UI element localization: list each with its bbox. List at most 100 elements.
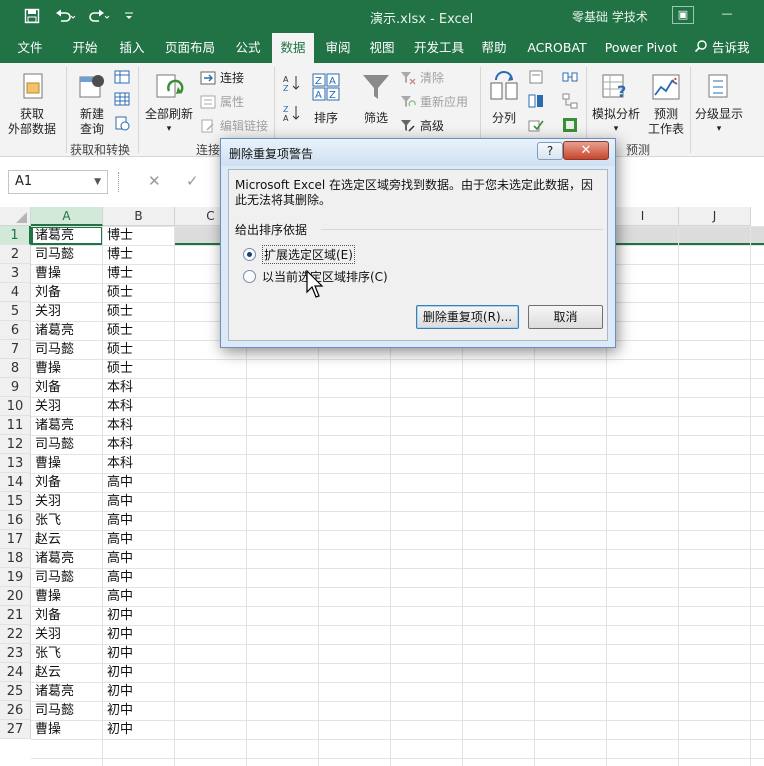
user-name[interactable]: 零基础 学技术: [572, 8, 648, 25]
connections-button[interactable]: 连接: [200, 69, 244, 86]
row-header[interactable]: 27: [0, 720, 31, 739]
row-header[interactable]: 4: [0, 283, 31, 302]
forecast-sheet-button[interactable]: 预测 工作表: [646, 69, 686, 139]
customize-qat-icon[interactable]: [122, 6, 136, 26]
column-header-a[interactable]: A: [31, 207, 103, 226]
forecast-label-2: 工作表: [647, 122, 684, 136]
row-header[interactable]: 9: [0, 378, 31, 397]
reapply-button[interactable]: 重新应用: [400, 93, 468, 110]
outline-button[interactable]: 分级显示 ▾: [692, 69, 746, 139]
row-header[interactable]: 20: [0, 587, 31, 606]
dialog-title: 删除重复项警告: [229, 147, 314, 161]
row-header[interactable]: 16: [0, 511, 31, 530]
tab-page-layout[interactable]: 页面布局: [158, 33, 222, 63]
tab-review[interactable]: 审阅: [318, 33, 358, 63]
tab-file[interactable]: 文件: [6, 33, 54, 63]
svg-text:Z: Z: [329, 90, 336, 101]
properties-label: 属性: [220, 95, 245, 109]
get-external-data-button[interactable]: 获取 外部数据: [2, 69, 62, 139]
row-header[interactable]: 10: [0, 397, 31, 416]
advanced-filter-button[interactable]: 高级: [400, 117, 444, 134]
dialog-title-bar[interactable]: 删除重复项警告 ? ✕: [221, 139, 615, 166]
tab-home[interactable]: 开始: [60, 33, 110, 63]
tab-help[interactable]: 帮助: [474, 33, 514, 63]
filter-label: 筛选: [363, 111, 388, 125]
row-header[interactable]: 21: [0, 606, 31, 625]
relationships-button[interactable]: [562, 93, 578, 109]
forecast-sheet-icon: [652, 74, 680, 100]
tab-acrobat[interactable]: ACROBAT: [522, 33, 592, 63]
flash-fill-button[interactable]: [528, 69, 544, 85]
row-header[interactable]: 1: [0, 226, 31, 245]
row-header[interactable]: 15: [0, 492, 31, 511]
save-icon[interactable]: [22, 6, 42, 26]
recent-sources-button[interactable]: [114, 115, 130, 131]
cancel-button[interactable]: 取消: [528, 305, 603, 329]
select-all-corner[interactable]: [0, 207, 31, 226]
tab-insert[interactable]: 插入: [110, 33, 154, 63]
column-header-i[interactable]: I: [607, 207, 679, 226]
from-table-button[interactable]: [114, 91, 130, 107]
ribbon-display-options-button[interactable]: ▣: [672, 6, 694, 24]
remove-duplicates-button[interactable]: 删除重复项(R)...: [416, 305, 519, 329]
help-button[interactable]: ?: [537, 142, 563, 160]
sort-ascending-button[interactable]: AZ: [282, 73, 302, 93]
minimize-button[interactable]: —: [716, 6, 738, 24]
row-header[interactable]: 3: [0, 264, 31, 283]
filter-button[interactable]: 筛选: [356, 69, 396, 139]
row-header[interactable]: 24: [0, 663, 31, 682]
manage-data-model-button[interactable]: [562, 117, 578, 133]
row-header[interactable]: 25: [0, 682, 31, 701]
close-button[interactable]: ✕: [563, 141, 609, 160]
tab-power-pivot[interactable]: Power Pivot: [600, 33, 682, 63]
tell-me-box[interactable]: 告诉我: [694, 33, 750, 63]
row-header[interactable]: 11: [0, 416, 31, 435]
row-header[interactable]: 6: [0, 321, 31, 340]
row-header[interactable]: 19: [0, 568, 31, 587]
row-header[interactable]: 2: [0, 245, 31, 264]
what-if-analysis-button[interactable]: ? 模拟分析 ▾: [590, 69, 642, 139]
undo-icon[interactable]: [52, 6, 78, 26]
group-separator: [690, 67, 691, 153]
tab-formulas[interactable]: 公式: [226, 33, 270, 63]
row-header[interactable]: 12: [0, 435, 31, 454]
row-header[interactable]: 13: [0, 454, 31, 473]
tab-developer[interactable]: 开发工具: [408, 33, 470, 63]
new-query-button[interactable]: 新建 查询: [70, 69, 114, 139]
properties-button[interactable]: 属性: [200, 93, 244, 110]
row-header[interactable]: 14: [0, 473, 31, 492]
row-header[interactable]: 7: [0, 340, 31, 359]
external-data-icon: [23, 73, 43, 99]
svg-text:A: A: [329, 76, 336, 87]
connections-label: 连接: [220, 71, 245, 85]
row-header[interactable]: 23: [0, 644, 31, 663]
text-to-columns-button[interactable]: 分列: [484, 69, 524, 139]
enter-icon[interactable]: ✓: [186, 172, 199, 190]
formula-bar-splitter[interactable]: [118, 172, 121, 192]
expand-selection-radio[interactable]: 扩展选定区域(E): [243, 245, 355, 264]
refresh-all-button[interactable]: 全部刷新 ▾: [142, 69, 196, 139]
svg-text:?: ?: [617, 82, 626, 101]
row-header[interactable]: 8: [0, 359, 31, 378]
sort-descending-button[interactable]: ZA: [282, 103, 302, 123]
column-header-j[interactable]: J: [679, 207, 751, 226]
row-header[interactable]: 5: [0, 302, 31, 321]
column-header-b[interactable]: B: [103, 207, 175, 226]
data-validation-button[interactable]: [528, 117, 544, 133]
tab-view[interactable]: 视图: [362, 33, 402, 63]
row-header[interactable]: 17: [0, 530, 31, 549]
name-box[interactable]: A1 ▼: [8, 170, 108, 194]
row-header[interactable]: 18: [0, 549, 31, 568]
new-query-label: 新建: [79, 107, 104, 121]
show-queries-button[interactable]: [114, 69, 130, 85]
clear-filter-button[interactable]: 清除: [400, 69, 444, 86]
redo-icon[interactable]: [86, 6, 112, 26]
remove-duplicates-button[interactable]: [528, 93, 544, 109]
tab-data[interactable]: 数据: [272, 33, 314, 63]
cancel-icon[interactable]: ✕: [148, 172, 161, 190]
row-header[interactable]: 22: [0, 625, 31, 644]
consolidate-button[interactable]: [562, 69, 578, 85]
row-header[interactable]: 26: [0, 701, 31, 720]
sort-button[interactable]: ZAAZ 排序: [306, 69, 346, 139]
edit-links-button[interactable]: 编辑链接: [200, 117, 268, 134]
